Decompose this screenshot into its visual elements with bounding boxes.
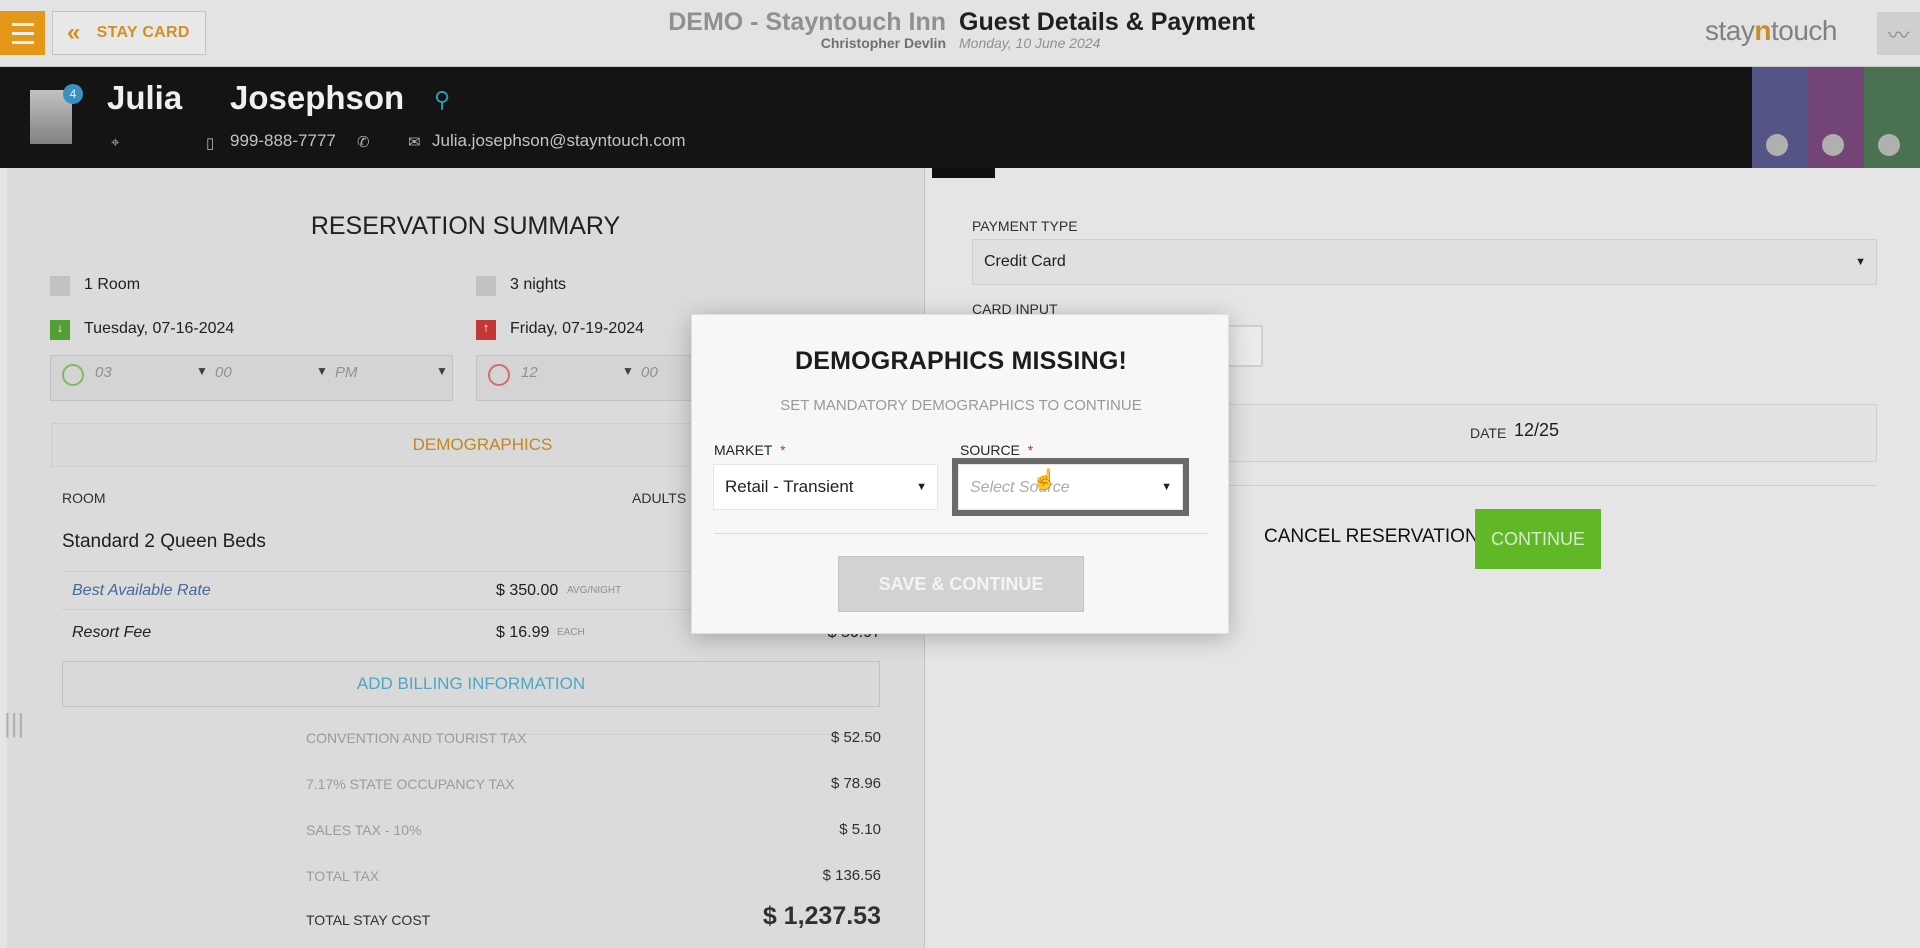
chevron-down-icon: ▼ xyxy=(916,481,927,493)
modal-subtitle: SET MANDATORY DEMOGRAPHICS TO CONTINUE xyxy=(780,397,1142,414)
market-value: Retail - Transient xyxy=(725,477,854,496)
modal-divider xyxy=(714,533,1208,534)
required-mark: * xyxy=(780,442,786,458)
market-select[interactable]: Retail - Transient ▼ xyxy=(713,464,938,510)
modal-title: DEMOGRAPHICS MISSING! xyxy=(795,347,1127,375)
market-label: MARKET * xyxy=(714,442,786,458)
source-select[interactable]: Select Source ▼ xyxy=(952,458,1189,516)
demographics-modal: DEMOGRAPHICS MISSING! SET MANDATORY DEMO… xyxy=(691,314,1229,634)
source-label: SOURCE * xyxy=(960,442,1034,458)
chevron-down-icon: ▼ xyxy=(1161,481,1172,493)
required-mark: * xyxy=(1027,442,1034,458)
hand-cursor-icon: ☝ xyxy=(1032,469,1057,491)
save-and-continue-button[interactable]: SAVE & CONTINUE xyxy=(838,556,1084,612)
